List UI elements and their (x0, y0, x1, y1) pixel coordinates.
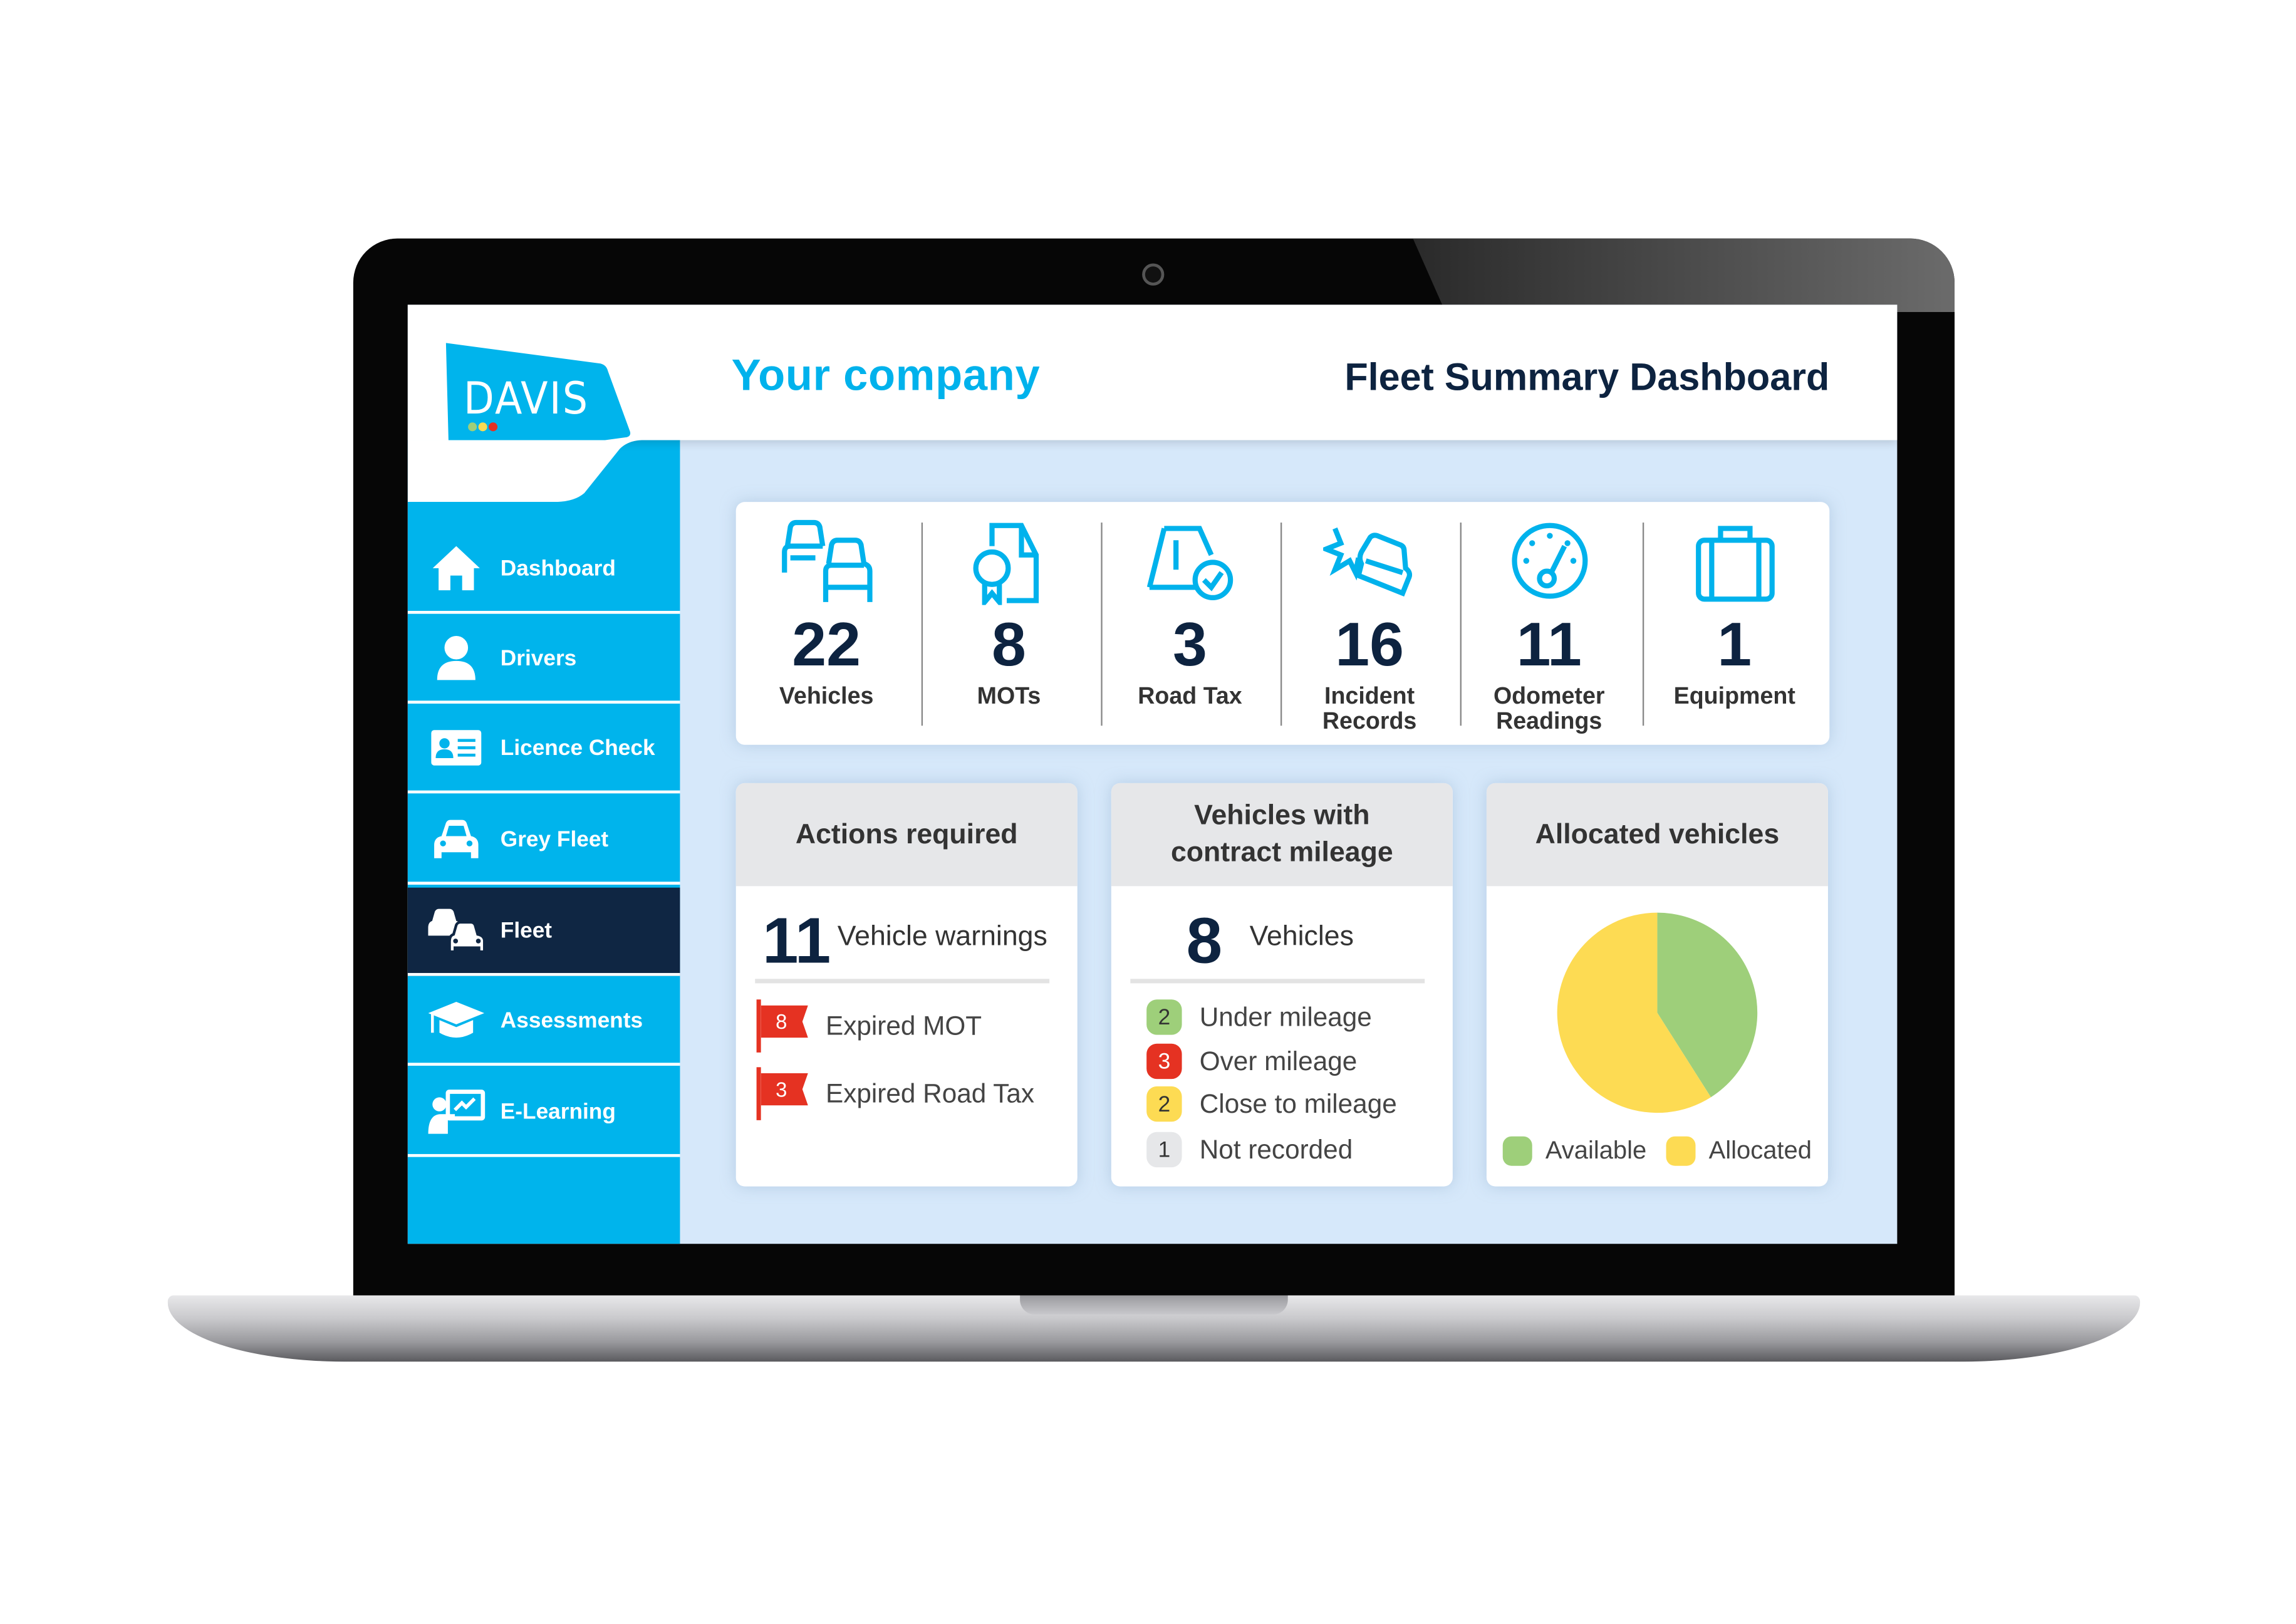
sidebar-item-dashboard[interactable]: Dashboard (407, 526, 680, 614)
header: DAVIS Your company Fleet Summary Dashboa… (407, 304, 1898, 461)
actions-required-card: Actions required 11 Vehicle warnings 8 E… (735, 783, 1078, 1187)
presentation-icon (427, 1086, 486, 1137)
stat-label: Vehicles (779, 684, 874, 710)
action-count: 8 (761, 1005, 808, 1038)
stat-value: 1 (1717, 609, 1752, 679)
flag-icon: 8 (755, 999, 814, 1053)
cars-icon (427, 905, 486, 955)
mileage-item-over[interactable]: 3 Over mileage (1146, 1043, 1358, 1080)
mileage-count: 8 (1186, 905, 1223, 978)
stat-value: 8 (992, 609, 1026, 679)
legend-swatch (1666, 1136, 1696, 1166)
page-title: Fleet Summary Dashboard (1344, 355, 1830, 399)
cars-icon (782, 519, 873, 602)
stat-value: 11 (1516, 609, 1582, 679)
sidebar-item-label: Dashboard (500, 555, 616, 581)
certificate-icon (973, 523, 1039, 605)
sidebar-item-licence-check[interactable]: Licence Check (407, 705, 680, 794)
legend-label: Available (1545, 1136, 1647, 1165)
bezel-glare (1413, 238, 1955, 313)
stat-road-tax[interactable]: 3 Road Tax (1099, 502, 1280, 745)
stat-label: Odometer Readings (1493, 684, 1605, 735)
svg-text:DAVIS: DAVIS (464, 373, 589, 424)
car-crash-icon (1323, 527, 1413, 597)
mileage-item-under[interactable]: 2 Under mileage (1146, 999, 1372, 1035)
stat-label: MOTs (977, 684, 1041, 710)
action-label: Expired Road Tax (826, 1078, 1035, 1108)
card-title: Actions required (735, 783, 1078, 887)
stat-value: 16 (1335, 609, 1404, 679)
warnings-label: Vehicle warnings (837, 921, 1047, 953)
sidebar-item-label: Grey Fleet (500, 826, 609, 852)
sidebar-item-e-learning[interactable]: E-Learning (407, 1069, 680, 1157)
sidebar-item-drivers[interactable]: Drivers (407, 615, 680, 704)
tax-disc-check-icon (1146, 526, 1234, 600)
mileage-item-label: Under mileage (1199, 1001, 1372, 1031)
separator (755, 979, 1050, 984)
stat-equipment[interactable]: 1 Equipment (1644, 502, 1825, 745)
user-icon (427, 633, 486, 683)
stat-incident-records[interactable]: 16 Incident Records (1279, 502, 1460, 745)
mileage-item-label: Not recorded (1199, 1134, 1353, 1164)
warnings-count: 11 (762, 905, 831, 978)
count-badge: 2 (1146, 999, 1182, 1035)
action-item-expired-road-tax[interactable]: 3 Expired Road Tax (755, 1067, 1034, 1120)
mileage-item-label: Over mileage (1199, 1046, 1358, 1076)
webcam (1142, 263, 1165, 286)
contract-mileage-card: Vehicles with contract mileage 8 Vehicle… (1111, 783, 1453, 1187)
sidebar-item-label: Drivers (500, 645, 577, 671)
sidebar-item-label: Fleet (500, 917, 553, 943)
home-icon (427, 543, 486, 593)
sidebar-item-label: Licence Check (500, 735, 655, 761)
stat-value: 22 (792, 609, 861, 679)
count-badge: 1 (1146, 1132, 1182, 1168)
legend-item-available: Available (1502, 1136, 1647, 1166)
mileage-item-close[interactable]: 2 Close to mileage (1146, 1086, 1397, 1122)
mileage-item-label: Close to mileage (1199, 1088, 1397, 1118)
stat-value: 3 (1173, 609, 1207, 679)
sidebar-item-assessments[interactable]: Assessments (407, 977, 680, 1066)
allocation-pie-chart[interactable] (1554, 910, 1760, 1116)
action-label: Expired MOT (826, 1010, 982, 1040)
allocated-vehicles-card: Allocated vehicles Available Allocated (1486, 783, 1828, 1187)
sidebar-curve (407, 440, 680, 502)
fleet-stats-card: 22 Vehicles 8 MOTs 3 Road Tax 16 Inciden… (735, 502, 1830, 745)
car-icon (427, 814, 486, 864)
legend-swatch (1502, 1136, 1532, 1166)
mileage-item-not-recorded[interactable]: 1 Not recorded (1146, 1132, 1353, 1168)
count-badge: 2 (1146, 1086, 1182, 1122)
graduation-cap-icon (427, 995, 486, 1045)
laptop-mockup: DAVIS Your company Fleet Summary Dashboa… (0, 0, 2296, 1623)
sidebar: Dashboard Drivers Licence Check Grey Fle… (407, 440, 680, 1244)
stat-label: Road Tax (1138, 684, 1242, 710)
mileage-label: Vehicles (1249, 921, 1354, 953)
gauge-icon (1512, 523, 1588, 599)
sidebar-item-fleet[interactable]: Fleet (407, 887, 680, 976)
card-title: Allocated vehicles (1486, 783, 1828, 887)
dashboard-screen: DAVIS Your company Fleet Summary Dashboa… (407, 304, 1898, 1244)
briefcase-icon (1696, 526, 1775, 602)
stat-label: Incident Records (1322, 684, 1417, 735)
company-name: Your company (731, 351, 1041, 401)
stat-vehicles[interactable]: 22 Vehicles (736, 502, 917, 745)
sidebar-item-label: E-Learning (500, 1098, 616, 1124)
stat-label: Equipment (1673, 684, 1795, 710)
laptop-notch (1020, 1295, 1288, 1315)
id-card-icon (427, 723, 486, 773)
card-title: Vehicles with contract mileage (1111, 783, 1453, 887)
separator (1130, 979, 1425, 984)
sidebar-item-label: Assessments (500, 1007, 643, 1033)
stat-mots[interactable]: 8 MOTs (918, 502, 1099, 745)
count-badge: 3 (1146, 1043, 1182, 1080)
action-count: 3 (761, 1073, 808, 1106)
action-item-expired-mot[interactable]: 8 Expired MOT (755, 999, 982, 1053)
legend-label: Allocated (1708, 1136, 1812, 1165)
stat-odometer-readings[interactable]: 11 Odometer Readings (1458, 502, 1639, 745)
legend-item-allocated: Allocated (1666, 1136, 1812, 1166)
sidebar-item-grey-fleet[interactable]: Grey Fleet (407, 796, 680, 885)
flag-icon: 3 (755, 1067, 814, 1120)
